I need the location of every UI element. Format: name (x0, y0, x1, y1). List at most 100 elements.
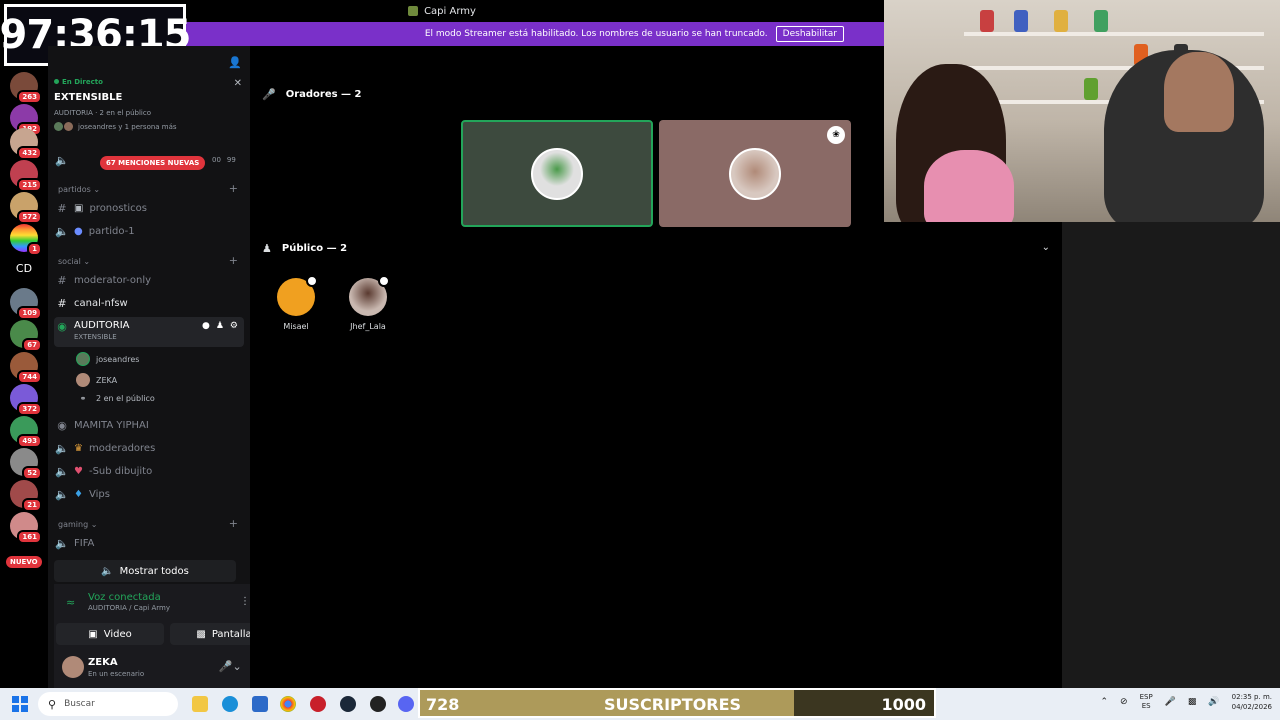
video-button[interactable]: ▣ Video (56, 623, 164, 645)
search-icon: ⚲ (48, 697, 57, 711)
voice-user-joseandres[interactable]: joseandres (76, 352, 139, 366)
audience-member[interactable]: Jhef_Lala (338, 275, 398, 331)
disable-streamer-button[interactable]: Deshabilitar (775, 26, 844, 42)
server-cd[interactable]: CD (10, 254, 38, 282)
network-off-icon[interactable]: ⊘ (1120, 697, 1128, 707)
audience-count[interactable]: ⚭ 2 en el público (76, 394, 155, 403)
chevron-up-icon[interactable]: ⌃ (1101, 697, 1109, 707)
audience-icon: ♟ (262, 242, 272, 255)
server-icon-rainbow[interactable]: 1 (10, 224, 42, 256)
chat-icon[interactable]: ● (202, 321, 210, 331)
server-badge: 572 (17, 210, 42, 224)
microphone-icon[interactable]: 🎤 (1165, 697, 1176, 707)
sub-goal: 1000 (881, 695, 926, 714)
stage-icon: ◉ (57, 320, 67, 333)
steam-icon[interactable] (340, 696, 356, 712)
discord-icon[interactable] (398, 696, 414, 712)
speakers-label: Oradores — 2 (285, 89, 362, 100)
channel-text: AUDITORIA EXTENSIBLE (74, 320, 130, 341)
app-icon[interactable] (310, 696, 326, 712)
server-badge: 109 (17, 306, 42, 320)
server-icon[interactable]: 493 (10, 416, 42, 448)
camera-off-icon: ▣ (88, 628, 98, 640)
voice-status[interactable]: Voz conectada (88, 592, 161, 603)
server-badge: 263 (17, 90, 42, 104)
edge-icon[interactable] (222, 696, 238, 712)
user-name[interactable]: ZEKA (88, 657, 118, 668)
server-badge: 493 (17, 434, 42, 448)
close-icon[interactable]: ✕ (234, 78, 242, 89)
live-people: joseandres y 1 persona más (54, 122, 246, 131)
server-icon[interactable]: 67 (10, 320, 42, 352)
server-icon[interactable]: 372 (10, 384, 42, 416)
sub-label: SUSCRIPTORES (604, 695, 742, 714)
taskbar-search[interactable]: ⚲ Buscar (38, 692, 178, 716)
show-all-button[interactable]: 🔈 Mostrar todos (54, 560, 236, 582)
server-icon[interactable]: 263 (10, 72, 42, 104)
category-social[interactable]: social ⌄ (58, 257, 90, 266)
clock[interactable]: 02:35 p. m. 04/02/2026 (1232, 692, 1272, 712)
category-partidos[interactable]: partidos ⌄ (58, 185, 100, 194)
user-label: ZEKA (96, 375, 118, 385)
avatar[interactable] (62, 656, 84, 678)
speaker-tile[interactable] (461, 120, 653, 227)
channel-moderator-only[interactable]: # moderator-only (54, 270, 244, 290)
server-icon[interactable]: 432 (10, 128, 42, 160)
channel-canal-nfsw[interactable]: # canal-nfsw (54, 293, 244, 313)
channel-label: -Sub dibujito (88, 465, 153, 477)
shelf (964, 32, 1264, 36)
voice-user-zeka[interactable]: ZEKA (76, 373, 117, 387)
add-channel-icon[interactable]: + (229, 254, 238, 267)
server-badge: 21 (22, 498, 42, 512)
server-icon[interactable]: 572 (10, 192, 42, 224)
server-icon[interactable]: 744 (10, 352, 42, 384)
file-explorer-icon[interactable] (192, 696, 208, 712)
person (1164, 52, 1234, 132)
server-badge: 432 (17, 146, 42, 160)
channel-hidden-voice[interactable]: 🔈 00 99 (54, 150, 244, 170)
category-gaming[interactable]: gaming ⌄ (58, 520, 97, 529)
windows-start-icon[interactable] (12, 696, 28, 712)
invite-icon[interactable]: ♟ (216, 321, 224, 331)
heart-icon: ♥ (74, 465, 83, 477)
server-icon[interactable]: 52 (10, 448, 42, 480)
channel-subtitle: EXTENSIBLE (74, 333, 117, 341)
channel-partido-1[interactable]: 🔈 ● partido-1 (54, 221, 244, 241)
server-rail: 263 192 432 215 572 1 CD 109 67 744 372 … (0, 66, 48, 688)
server-icon[interactable]: 109 (10, 288, 42, 320)
server-icon[interactable]: 161 (10, 512, 42, 544)
server-icon[interactable]: 21 (10, 480, 42, 512)
app-icon[interactable] (370, 696, 386, 712)
speaker-tile[interactable]: ❀ (659, 120, 851, 227)
add-member-icon[interactable]: 👤 (228, 56, 242, 69)
audience-member[interactable]: Misael (266, 275, 326, 331)
live-stage-card[interactable]: En Directo ✕ EXTENSIBLE AUDITORIA · 2 en… (54, 78, 246, 148)
search-placeholder: Buscar (64, 699, 95, 709)
channel-mamita-yiphai[interactable]: ◉ MAMITA YIPHAI (54, 415, 244, 435)
channel-fifa[interactable]: 🔈 FIFA (54, 533, 244, 553)
add-channel-icon[interactable]: + (229, 517, 238, 530)
gear-icon[interactable]: ⚙ (230, 321, 238, 331)
voice-location[interactable]: AUDITORIA / Capi Army (88, 604, 170, 612)
channel-auditoria[interactable]: ◉ AUDITORIA EXTENSIBLE ● ♟ ⚙ (54, 317, 244, 347)
lang-1: ESP (1139, 693, 1153, 701)
lock-icon: ▣ (74, 202, 84, 214)
diamond-icon: ♦ (74, 488, 83, 500)
display-icon[interactable]: ▩ (1188, 697, 1197, 707)
figure (1014, 10, 1028, 32)
chevron-down-icon[interactable]: ⌄ (1042, 242, 1050, 253)
server-icon[interactable]: 215 (10, 160, 42, 192)
chrome-icon[interactable] (280, 696, 296, 712)
language-indicator[interactable]: ESP ES (1140, 693, 1153, 711)
app-icon (408, 6, 419, 16)
channel-vips[interactable]: 🔈 ♦ Vips (54, 484, 244, 504)
volume-icon[interactable]: 🔊 (1208, 697, 1219, 707)
live-title: EXTENSIBLE (54, 92, 123, 103)
channel-pronosticos[interactable]: # ▣ pronosticos (54, 198, 244, 218)
channel-label: moderadores (88, 442, 156, 454)
add-channel-icon[interactable]: + (229, 182, 238, 195)
store-icon[interactable] (252, 696, 268, 712)
microphone-icon[interactable]: 🎤⌄ (219, 660, 242, 673)
channel-sub-dibujito[interactable]: 🔈 ♥ -Sub dibujito (54, 461, 244, 481)
channel-moderadores[interactable]: 🔈 ♛ moderadores (54, 438, 244, 458)
